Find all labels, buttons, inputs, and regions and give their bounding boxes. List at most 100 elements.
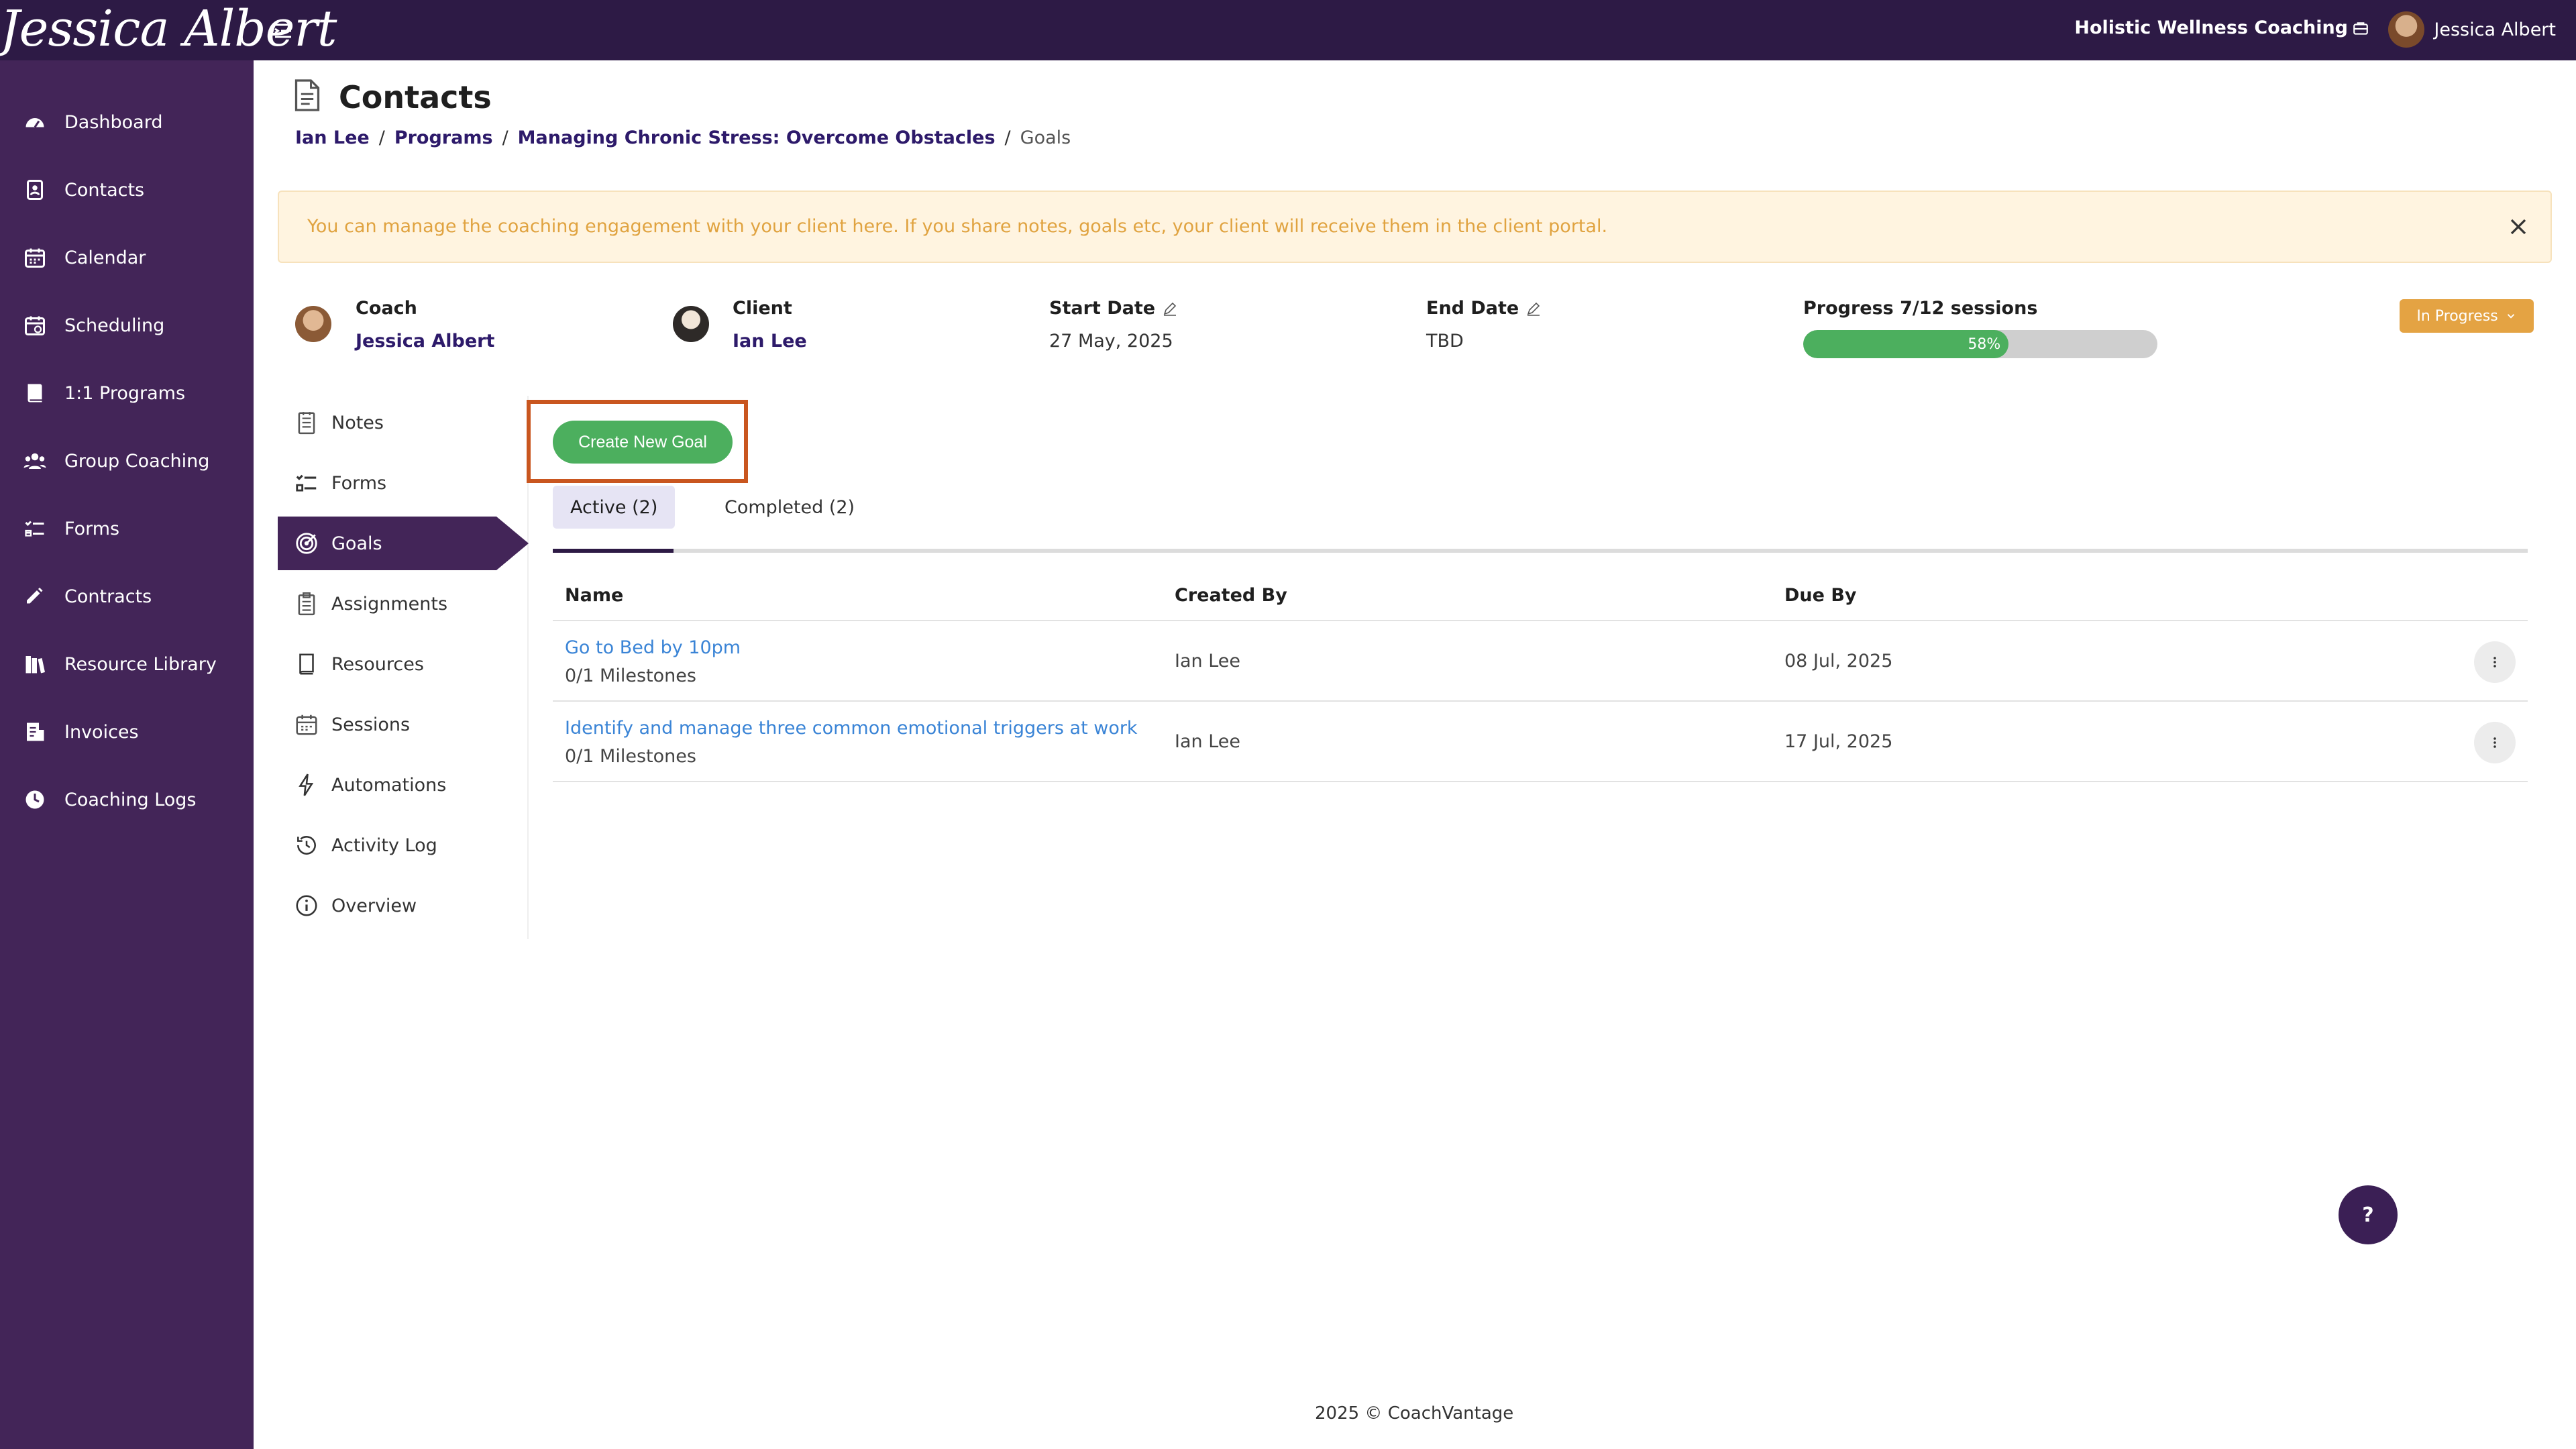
footer-copyright: 2025 © CoachVantage	[1315, 1403, 1514, 1424]
subnav-item-automations[interactable]: Automations	[278, 758, 529, 812]
menu-toggle-icon[interactable]	[271, 19, 295, 43]
subnav-item-sessions[interactable]: Sessions	[278, 698, 529, 751]
tab-completed[interactable]: Completed (2)	[707, 486, 872, 529]
active-tab-indicator	[553, 549, 674, 553]
subnav-item-notes[interactable]: Notes	[278, 396, 529, 449]
sidebar-item-label: Invoices	[64, 721, 139, 743]
subnav-item-label: Automations	[331, 774, 447, 796]
sidebar-item-programs[interactable]: 1:1 Programs	[0, 366, 254, 420]
breadcrumb-contact[interactable]: Ian Lee	[295, 127, 370, 148]
table-row: Go to Bed by 10pm 0/1 Milestones Ian Lee…	[553, 621, 2528, 702]
coach-name[interactable]: Jessica Albert	[356, 331, 494, 352]
help-button[interactable]: ?	[2339, 1185, 2398, 1244]
subnav-item-overview[interactable]: Overview	[278, 879, 529, 932]
business-name: Holistic Wellness Coaching	[2074, 17, 2348, 38]
progress-info: Progress 7/12 sessions	[1803, 298, 2037, 319]
goal-milestones: 0/1 Milestones	[565, 665, 696, 686]
row-actions-button[interactable]	[2474, 641, 2516, 683]
user-name: Jessica Albert	[2434, 19, 2556, 40]
clock-icon	[25, 790, 44, 809]
document-icon	[294, 79, 320, 111]
goal-name-link[interactable]: Go to Bed by 10pm	[565, 637, 741, 658]
sidebar-item-resource-library[interactable]: Resource Library	[0, 637, 254, 691]
book-icon	[28, 384, 42, 402]
edit-pencil-icon[interactable]	[1525, 301, 1542, 317]
row-actions-button[interactable]	[2474, 722, 2516, 763]
sidebar-item-forms[interactable]: Forms	[0, 502, 254, 555]
sidebar-item-invoices[interactable]: Invoices	[0, 705, 254, 759]
coach-avatar	[295, 306, 331, 342]
calendar-icon	[25, 248, 45, 268]
forms-icon	[25, 521, 44, 537]
business-switch-icon[interactable]	[2352, 20, 2369, 38]
history-icon	[297, 836, 316, 855]
column-header-due-by[interactable]: Due By	[1784, 585, 1857, 606]
goal-milestones: 0/1 Milestones	[565, 746, 696, 767]
close-icon[interactable]	[2505, 213, 2532, 240]
create-new-goal-button[interactable]: Create New Goal	[553, 421, 733, 464]
sidebar-item-coaching-logs[interactable]: Coaching Logs	[0, 773, 254, 826]
subnav-item-label: Forms	[331, 472, 387, 494]
sidebar-item-label: Forms	[64, 518, 120, 539]
sidebar-item-scheduling[interactable]: Scheduling	[0, 299, 254, 352]
progress-percent: 58%	[1968, 335, 2001, 353]
subnav-item-label: Assignments	[331, 593, 448, 614]
forms-icon	[296, 474, 317, 492]
user-menu[interactable]: Jessica Albert	[2388, 9, 2556, 50]
status-dropdown[interactable]: In Progress	[2400, 299, 2534, 333]
subnav-item-goals[interactable]: Goals	[278, 517, 529, 570]
sidebar: Dashboard Contacts Calendar Scheduling 1…	[0, 60, 254, 1449]
client-label: Client	[733, 298, 792, 319]
subnav-item-label: Overview	[331, 895, 417, 916]
lightning-icon	[299, 773, 314, 796]
subnav-item-resources[interactable]: Resources	[278, 637, 529, 691]
subnav-item-label: Activity Log	[331, 835, 437, 856]
clipboard-icon	[298, 592, 315, 616]
sidebar-item-calendar[interactable]: Calendar	[0, 231, 254, 284]
edit-pencil-icon[interactable]	[1162, 301, 1178, 317]
status-label: In Progress	[2416, 307, 2498, 325]
subnav-item-activity-log[interactable]: Activity Log	[278, 818, 529, 872]
breadcrumb-current: Goals	[1020, 127, 1071, 148]
subnav-item-forms[interactable]: Forms	[278, 456, 529, 510]
column-header-name[interactable]: Name	[565, 585, 623, 606]
sidebar-item-label: Calendar	[64, 247, 146, 268]
breadcrumb-program[interactable]: Managing Chronic Stress: Overcome Obstac…	[518, 127, 996, 148]
goal-due-date: 08 Jul, 2025	[1784, 651, 1893, 672]
group-icon	[23, 453, 46, 469]
avatar	[2388, 11, 2425, 48]
sidebar-item-label: Scheduling	[64, 315, 165, 336]
alert-message: You can manage the coaching engagement w…	[307, 216, 1608, 237]
tab-label: Completed (2)	[724, 496, 855, 518]
engagement-subnav: Notes Forms Goals Assignments Resources …	[278, 396, 529, 939]
sidebar-item-group-coaching[interactable]: Group Coaching	[0, 434, 254, 488]
sidebar-item-label: Contracts	[64, 586, 152, 607]
sidebar-item-dashboard[interactable]: Dashboard	[0, 95, 254, 149]
calendar-icon	[296, 714, 317, 735]
end-date-label: End Date	[1426, 298, 1542, 319]
tab-active[interactable]: Active (2)	[553, 486, 676, 529]
coach-info: Coach Jessica Albert	[356, 298, 494, 352]
subnav-item-label: Notes	[331, 412, 384, 433]
client-avatar	[673, 306, 709, 342]
subnav-item-assignments[interactable]: Assignments	[278, 577, 529, 631]
progress-fill: 58%	[1803, 330, 2009, 358]
start-date-label-text: Start Date	[1049, 298, 1156, 319]
start-date-label: Start Date	[1049, 298, 1178, 319]
contract-icon	[27, 587, 43, 604]
table-header: Name Created By Due By	[553, 570, 2528, 621]
goal-name-link[interactable]: Identify and manage three common emotion…	[565, 718, 1138, 739]
sidebar-item-label: Contacts	[64, 179, 145, 201]
notes-icon	[298, 412, 315, 435]
sidebar-item-label: Resource Library	[64, 653, 217, 675]
table-row: Identify and manage three common emotion…	[553, 702, 2528, 782]
column-header-created-by[interactable]: Created By	[1175, 585, 1287, 606]
client-name[interactable]: Ian Lee	[733, 331, 807, 352]
subnav-item-label: Resources	[331, 653, 424, 675]
sidebar-item-contracts[interactable]: Contracts	[0, 570, 254, 623]
sidebar-item-contacts[interactable]: Contacts	[0, 163, 254, 217]
contacts-icon	[27, 180, 43, 200]
more-vertical-icon	[2493, 657, 2496, 667]
breadcrumb-programs[interactable]: Programs	[394, 127, 493, 148]
end-date-label-text: End Date	[1426, 298, 1519, 319]
